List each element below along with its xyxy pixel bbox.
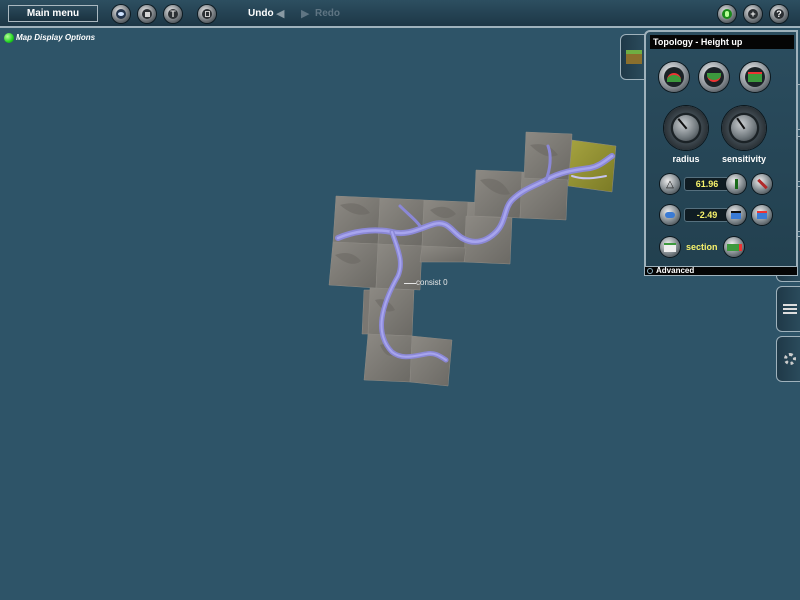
water-level-icon (731, 211, 741, 219)
height-apply-button[interactable] (726, 174, 746, 194)
settings-icon (784, 353, 796, 365)
height-value-field[interactable]: 61.96 (684, 177, 730, 191)
sensitivity-label: sensitivity (721, 154, 767, 164)
height-up-button[interactable] (659, 62, 689, 92)
dropper-icon: △ (666, 178, 674, 190)
tab-layers[interactable] (776, 286, 800, 332)
offset-picker-button[interactable] (660, 205, 680, 225)
height-up-icon (667, 72, 681, 82)
layers-icon (783, 304, 797, 314)
water-icon (665, 212, 675, 218)
height-down-button[interactable] (699, 62, 729, 92)
set-height-button[interactable] (740, 62, 770, 92)
advanced-toggle[interactable]: Advanced (644, 266, 798, 276)
offset-apply-button[interactable] (726, 205, 746, 225)
section-delete-button[interactable] (724, 237, 744, 257)
pin-icon (734, 179, 738, 189)
height-down-icon (707, 72, 721, 82)
height-clear-button[interactable] (752, 174, 772, 194)
consist-marker-line (404, 283, 416, 284)
pencil-icon (756, 178, 768, 190)
panel-title: Topology - Height up (650, 35, 794, 49)
scenery-icon (626, 50, 642, 64)
offset-value-field[interactable]: -2.49 (684, 208, 730, 222)
section-button[interactable] (660, 237, 680, 257)
offset-clear-button[interactable] (752, 205, 772, 225)
consist-label[interactable]: consist 0 (416, 278, 448, 287)
radio-icon (647, 268, 653, 274)
section-delete-icon (726, 243, 742, 251)
radius-dial[interactable] (664, 106, 708, 150)
radius-label: radius (672, 154, 700, 164)
tab-settings[interactable] (776, 336, 800, 382)
set-height-icon (748, 72, 762, 82)
height-picker-button[interactable]: △ (660, 174, 680, 194)
section-label: section (686, 242, 718, 252)
sensitivity-dial[interactable] (722, 106, 766, 150)
section-icon (664, 242, 676, 252)
advanced-label: Advanced (656, 266, 695, 275)
water-delete-icon (757, 211, 767, 219)
